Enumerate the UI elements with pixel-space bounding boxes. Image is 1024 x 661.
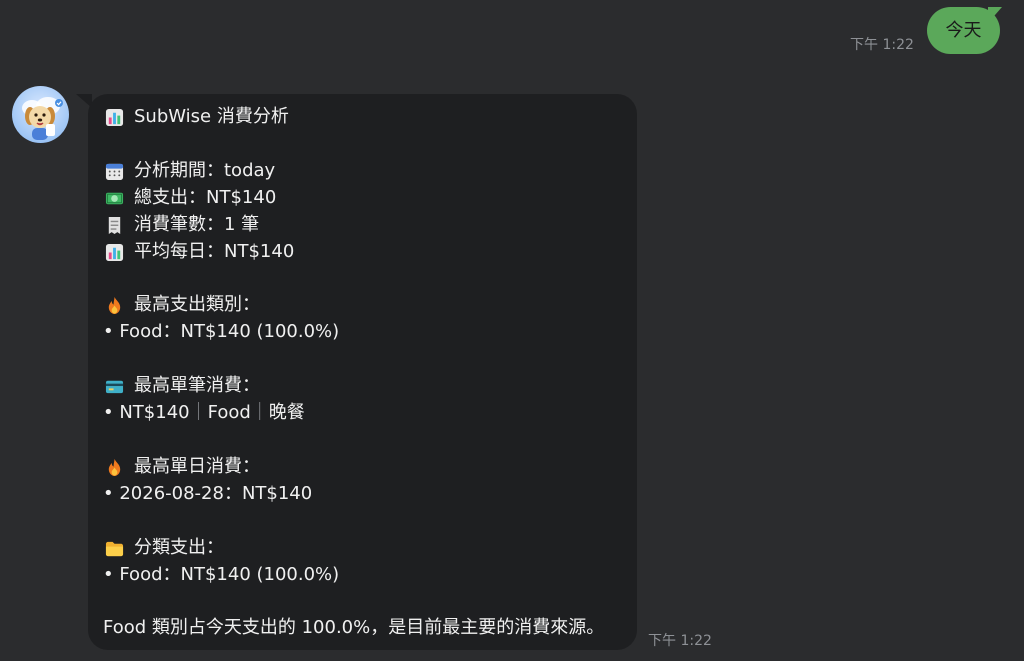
fire-icon [108,458,121,477]
separator: ｜ [250,402,269,423]
top-single-amount: • NT$140 [103,402,190,423]
receipt-icon [108,216,121,235]
analysis-period: 分析期間：today [134,160,276,181]
category-heading: 分類支出： [134,537,224,558]
money-icon [105,192,124,205]
top-category-heading: 最高支出類別： [134,294,260,315]
bar-chart-icon [105,108,124,127]
top-single-category: Food [207,402,251,423]
credit-card-icon [105,380,124,394]
top-single-note: 晚餐 [268,402,305,423]
category-item: • Food：NT$140 (100.0%) [103,564,340,585]
incoming-message-bubble[interactable]: SubWise 消費分析 分析期間：today 總支出：NT$140 消費筆數：… [88,94,637,650]
bot-avatar[interactable] [12,86,69,143]
top-day-item: • 2026-08-28：NT$140 [103,483,313,504]
bar-chart-icon [105,243,124,262]
dog-mascot-icon [22,97,63,140]
separator: ｜ [189,402,208,423]
top-day-heading: 最高單日消費： [134,456,260,477]
daily-average: 平均每日：NT$140 [134,241,295,262]
calendar-icon [105,163,124,181]
top-single-item: • NT$140｜Food｜晚餐 [103,400,305,426]
folder-icon [105,541,124,557]
transaction-count: 消費筆數：1 筆 [134,214,260,235]
incoming-timestamp: 下午 1:22 [648,633,712,649]
report-title: SubWise 消費分析 [134,106,289,127]
top-category-item: • Food：NT$140 (100.0%) [103,321,340,342]
chat-window: 下午 1:22 今天 SubWise 消費分析 分析期間：today 總支出：N… [0,0,1024,661]
outgoing-message-bubble[interactable]: 今天 [927,7,1000,54]
fire-icon [108,296,121,315]
outgoing-timestamp: 下午 1:22 [850,37,914,53]
top-single-heading: 最高單筆消費： [134,375,260,396]
summary-text: Food 類別占今天支出的 100.0%，是目前最主要的消費來源。 [103,617,605,638]
total-spending: 總支出：NT$140 [134,187,277,208]
